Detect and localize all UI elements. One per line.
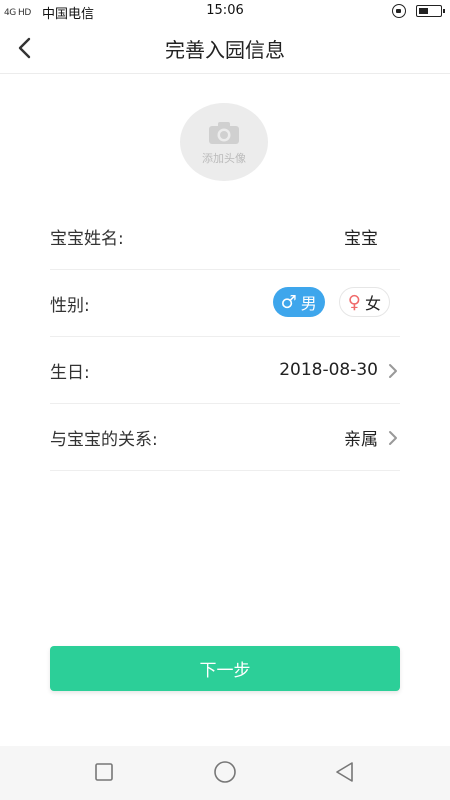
birthday-label: 生日: bbox=[50, 362, 90, 383]
relation-value: 亲属 bbox=[344, 429, 378, 450]
status-bar: 4G HD 中国电信 15:06 bbox=[0, 0, 450, 22]
next-step-button[interactable]: 下一步 bbox=[50, 646, 400, 691]
battery-icon bbox=[416, 5, 445, 17]
status-right bbox=[392, 4, 445, 18]
info-form: 宝宝姓名: 宝宝 性别: ♂ 男 ♀ 女 生日: 2018-08-30 与宝宝的… bbox=[50, 203, 400, 471]
chevron-right-icon bbox=[389, 364, 397, 378]
name-label: 宝宝姓名: bbox=[50, 228, 124, 249]
female-symbol-icon: ♀ bbox=[347, 291, 361, 313]
rotation-lock-icon bbox=[392, 4, 406, 18]
square-icon[interactable] bbox=[92, 760, 116, 784]
male-label: 男 bbox=[300, 294, 317, 313]
gender-female-option[interactable]: ♀ 女 bbox=[338, 287, 390, 317]
male-symbol-icon: ♂ bbox=[280, 291, 297, 313]
chevron-right-icon bbox=[389, 431, 397, 445]
status-time: 15:06 bbox=[206, 3, 244, 18]
camera-icon bbox=[209, 122, 239, 144]
gender-selector: ♂ 男 ♀ 女 bbox=[272, 287, 390, 317]
header: 完善入园信息 bbox=[0, 22, 450, 74]
system-nav-bar bbox=[0, 746, 450, 800]
name-row[interactable]: 宝宝姓名: 宝宝 bbox=[50, 203, 400, 270]
gender-male-option[interactable]: ♂ 男 bbox=[272, 287, 325, 317]
birthday-value: 2018-08-30 bbox=[279, 360, 378, 380]
page-title: 完善入园信息 bbox=[165, 38, 285, 62]
birthday-row[interactable]: 生日: 2018-08-30 bbox=[50, 337, 400, 404]
relation-label: 与宝宝的关系: bbox=[50, 429, 158, 450]
female-label: 女 bbox=[364, 294, 381, 313]
avatar-label: 添加头像 bbox=[202, 152, 246, 165]
relation-row[interactable]: 与宝宝的关系: 亲属 bbox=[50, 404, 400, 471]
name-value[interactable]: 宝宝 bbox=[344, 224, 378, 249]
gender-row: 性别: ♂ 男 ♀ 女 bbox=[50, 270, 400, 337]
gender-label: 性别: bbox=[50, 295, 90, 316]
circle-icon[interactable] bbox=[213, 760, 237, 784]
triangle-back-icon[interactable] bbox=[333, 760, 357, 784]
add-avatar-button[interactable]: 添加头像 bbox=[180, 103, 268, 181]
